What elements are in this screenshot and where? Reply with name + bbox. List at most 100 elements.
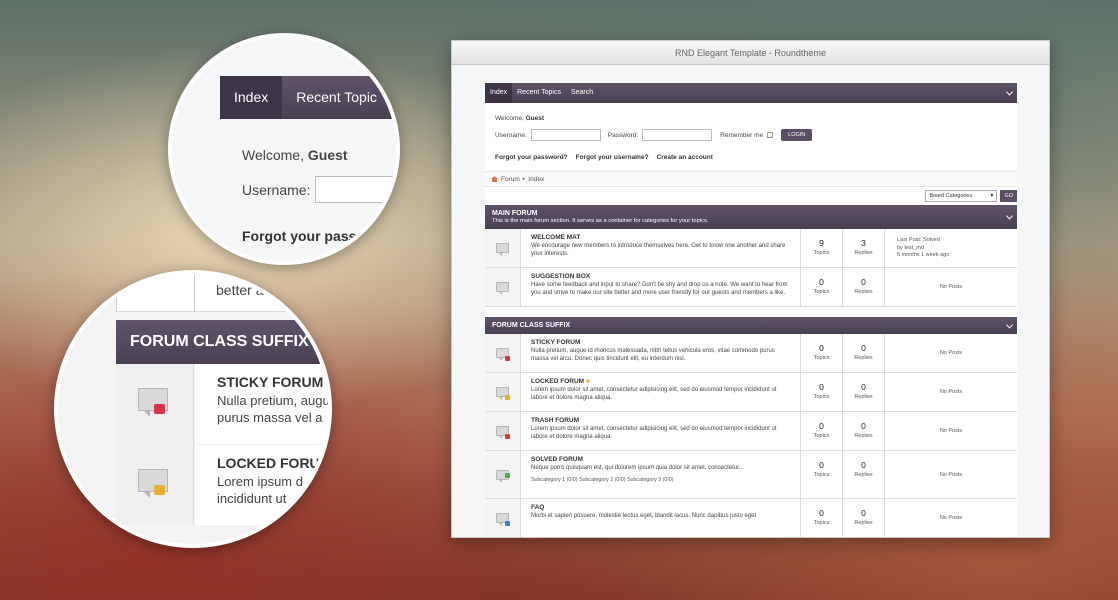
login-button[interactable]: LOGIN <box>781 129 813 141</box>
forum-icon <box>496 243 509 256</box>
forum-description: Lorem ipsum dolor sit amet, consectetur … <box>531 387 777 401</box>
zoom-section-header: FORUM CLASS SUFFIX <box>116 320 328 364</box>
replies-label: Replies <box>854 394 873 400</box>
zoom-locked-title[interactable]: LOCKED FORU <box>217 455 328 471</box>
forum-title[interactable]: FAQ <box>531 504 790 511</box>
remember-label: Remember me <box>720 131 764 139</box>
replies-count: 0 <box>861 460 866 470</box>
forum-row: LOCKED FORUM ■ Lorem ipsum dolor sit amet… <box>485 373 1017 412</box>
last-post: No Posts <box>885 412 1017 450</box>
zoom-forgot-link[interactable]: Forgot your pass <box>242 228 356 244</box>
forum-row: SUGGESTION BOX Have some feedback and inp… <box>485 268 1017 307</box>
topics-label: Topics <box>813 355 830 361</box>
topics-label: Topics <box>813 289 830 295</box>
zoom-row-sticky[interactable]: STICKY FORUM Nulla pretium, augu purus ma… <box>116 364 330 444</box>
replies-label: Replies <box>854 355 873 361</box>
section-title: MAIN FORUM <box>492 210 538 217</box>
remember-checkbox[interactable] <box>767 132 774 138</box>
zoom-row-locked[interactable]: LOCKED FORU Lorem ipsum d incididunt ut <box>116 445 328 525</box>
forum-row: SOLVED FORUM Neque porro quisquam est, qu… <box>485 451 1017 499</box>
zoom-nav: Index Recent Topic <box>220 76 396 119</box>
forum-title[interactable]: SOLVED FORUM <box>531 456 790 463</box>
zoom-sticky-desc: Nulla pretium, augu purus massa vel a <box>217 393 330 425</box>
replies-count: 0 <box>861 508 866 518</box>
replies-count: 3 <box>861 238 866 248</box>
lock-icon: ■ <box>585 378 590 385</box>
forum-title[interactable]: LOCKED FORUM ■ <box>531 378 790 385</box>
category-select[interactable]: Board Categories <box>925 190 998 202</box>
chevron-down-icon[interactable] <box>1005 88 1014 96</box>
browser-window: RND Elegant Template - Roundtheme Index … <box>451 40 1050 538</box>
replies-label: Replies <box>854 520 873 526</box>
last-post: No Posts <box>885 451 1017 498</box>
topics-label: Topics <box>813 433 830 439</box>
replies-count: 0 <box>861 421 866 431</box>
topics-label: Topics <box>813 250 830 256</box>
subcategory-links[interactable]: Subcategory 1 (0/0) Subcategory 2 (0/0) … <box>531 477 790 483</box>
replies-label: Replies <box>854 433 873 439</box>
zoom-prev-row: better a <box>116 274 328 312</box>
topics-count: 0 <box>819 460 824 470</box>
forum-title[interactable]: TRASH FORUM <box>531 417 790 424</box>
forum-description: Morbi et sapien posuere, molestie lectus… <box>531 513 757 519</box>
topics-count: 0 <box>819 508 824 518</box>
replies-count: 0 <box>861 343 866 353</box>
pin-icon <box>505 356 510 361</box>
replies-count: 0 <box>861 277 866 287</box>
forum-title[interactable]: SUGGESTION BOX <box>531 273 790 280</box>
forgot-password-link[interactable]: Forgot your password? <box>495 154 568 161</box>
breadcrumb-forum[interactable]: Forum <box>501 176 520 183</box>
main-nav: Index Recent Topics Search <box>485 83 1017 103</box>
last-post: No Posts <box>885 334 1017 372</box>
topics-label: Topics <box>813 472 830 478</box>
home-icon[interactable] <box>491 176 498 182</box>
zoom-circle-forums: better a FORUM CLASS SUFFIX STICKY FORUM… <box>54 270 332 548</box>
main-forum-header: MAIN FORUM This is the main forum sectio… <box>485 205 1017 229</box>
last-post[interactable]: Last Post: Solved by test_md 5 months 1 we… <box>885 229 1017 267</box>
topics-count: 0 <box>819 277 824 287</box>
topics-count: 0 <box>819 421 824 431</box>
window-title: RND Elegant Template - Roundtheme <box>452 41 1049 65</box>
topics-count: 0 <box>819 382 824 392</box>
topics-count: 0 <box>819 343 824 353</box>
forum-description: Neque porro quisquam est, qui dolorem ip… <box>531 465 744 471</box>
password-label: Password: <box>607 131 639 139</box>
forum-row: TRASH FORUM Lorem ipsum dolor sit amet, c… <box>485 412 1017 451</box>
lock-icon <box>505 395 510 400</box>
zoom-nav-recent[interactable]: Recent Topic <box>282 76 391 119</box>
forum-icon <box>496 282 509 295</box>
chevron-down-icon[interactable] <box>1005 320 1014 329</box>
nav-index[interactable]: Index <box>485 83 513 103</box>
login-module: Welcome, Guest Username: Password: Remem… <box>485 103 1017 161</box>
nav-search[interactable]: Search <box>566 83 598 103</box>
forum-title[interactable]: STICKY FORUM <box>531 339 790 346</box>
nav-recent-topics[interactable]: Recent Topics <box>512 83 566 103</box>
forum-page: Index Recent Topics Search Welcome, Gues… <box>485 83 1017 537</box>
forum-row: STICKY FORUM Nulla pretium, augue id rhon… <box>485 334 1017 373</box>
forum-description: Nulla pretium, augue id rhoncus malesuad… <box>531 348 775 362</box>
topics-label: Topics <box>813 394 830 400</box>
trash-icon <box>505 434 510 439</box>
last-post: No Posts <box>885 373 1017 411</box>
replies-label: Replies <box>854 250 873 256</box>
last-post: No Posts <box>885 499 1017 537</box>
forgot-username-link[interactable]: Forgot your username? <box>576 154 649 161</box>
info-icon <box>505 521 510 526</box>
lock-icon <box>154 485 165 495</box>
forum-title[interactable]: WELCOME MAT <box>531 234 790 241</box>
zoom-nav-index[interactable]: Index <box>220 76 283 119</box>
topics-label: Topics <box>813 520 830 526</box>
password-input[interactable] <box>642 129 713 141</box>
zoom-username-input[interactable] <box>315 176 396 203</box>
breadcrumb-index: Index <box>528 175 545 183</box>
username-input[interactable] <box>530 129 601 141</box>
go-button[interactable]: GO <box>1000 190 1017 202</box>
zoom-sticky-title[interactable]: STICKY FORUM <box>217 374 328 390</box>
topics-count: 9 <box>819 238 824 248</box>
replies-count: 0 <box>861 382 866 392</box>
forum-description: We encourage new members to introduce th… <box>531 243 786 257</box>
zoom-username-label: Username: <box>242 182 311 198</box>
check-icon <box>505 473 510 478</box>
create-account-link[interactable]: Create an account <box>657 154 713 161</box>
zoom-prev-text: better a <box>216 282 264 298</box>
